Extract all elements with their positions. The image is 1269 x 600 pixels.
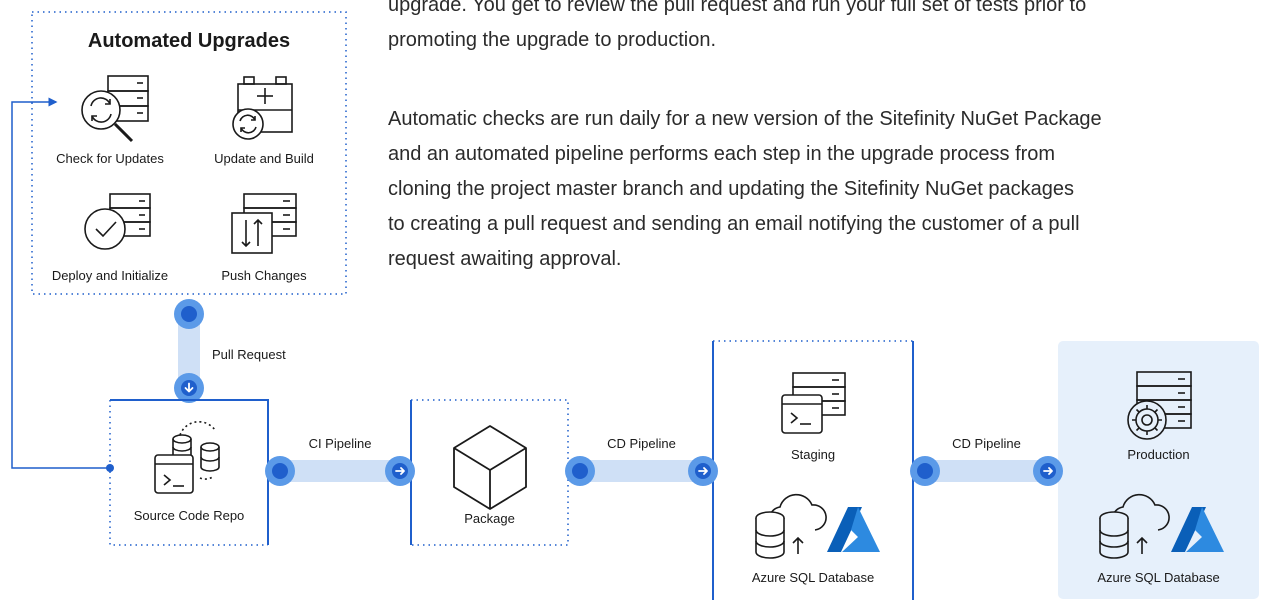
production-box [1058, 341, 1259, 599]
step-check-for-updates-label: Check for Updates [56, 151, 164, 166]
step-deploy-and-initialize-label: Deploy and Initialize [51, 268, 169, 283]
staging-db-label: Azure SQL Database [751, 570, 875, 585]
automated-upgrades-title: Automated Upgrades [87, 30, 291, 52]
server-push-icon [231, 193, 297, 254]
server-refresh-search-icon [81, 75, 149, 143]
production-label: Production [1127, 447, 1190, 462]
feedback-loop-dot [106, 464, 114, 472]
cd-pipeline-1-label: CD Pipeline [607, 436, 676, 451]
cube-icon [453, 425, 527, 510]
ci-pipeline-label: CI Pipeline [308, 436, 372, 451]
staging-database-cloud-icon [755, 493, 827, 559]
pull-request-label: Pull Request [212, 347, 286, 362]
step-update-and-build-label: Update and Build [214, 151, 314, 166]
staging-box [712, 340, 914, 600]
staging-label: Staging [790, 447, 836, 462]
package-build-icon [232, 76, 293, 140]
production-db-label: Azure SQL Database [1097, 570, 1220, 585]
package-label: Package [464, 511, 515, 526]
staging-azure-logo-icon [827, 507, 880, 552]
terminal-database-icon [154, 420, 220, 494]
step-push-changes-label: Push Changes [221, 268, 307, 283]
staging-server-icon [781, 372, 846, 434]
source-code-repo-label: Source Code Repo [133, 508, 245, 523]
cd-pipeline-2-label: CD Pipeline [952, 436, 1021, 451]
server-check-icon [84, 193, 151, 250]
